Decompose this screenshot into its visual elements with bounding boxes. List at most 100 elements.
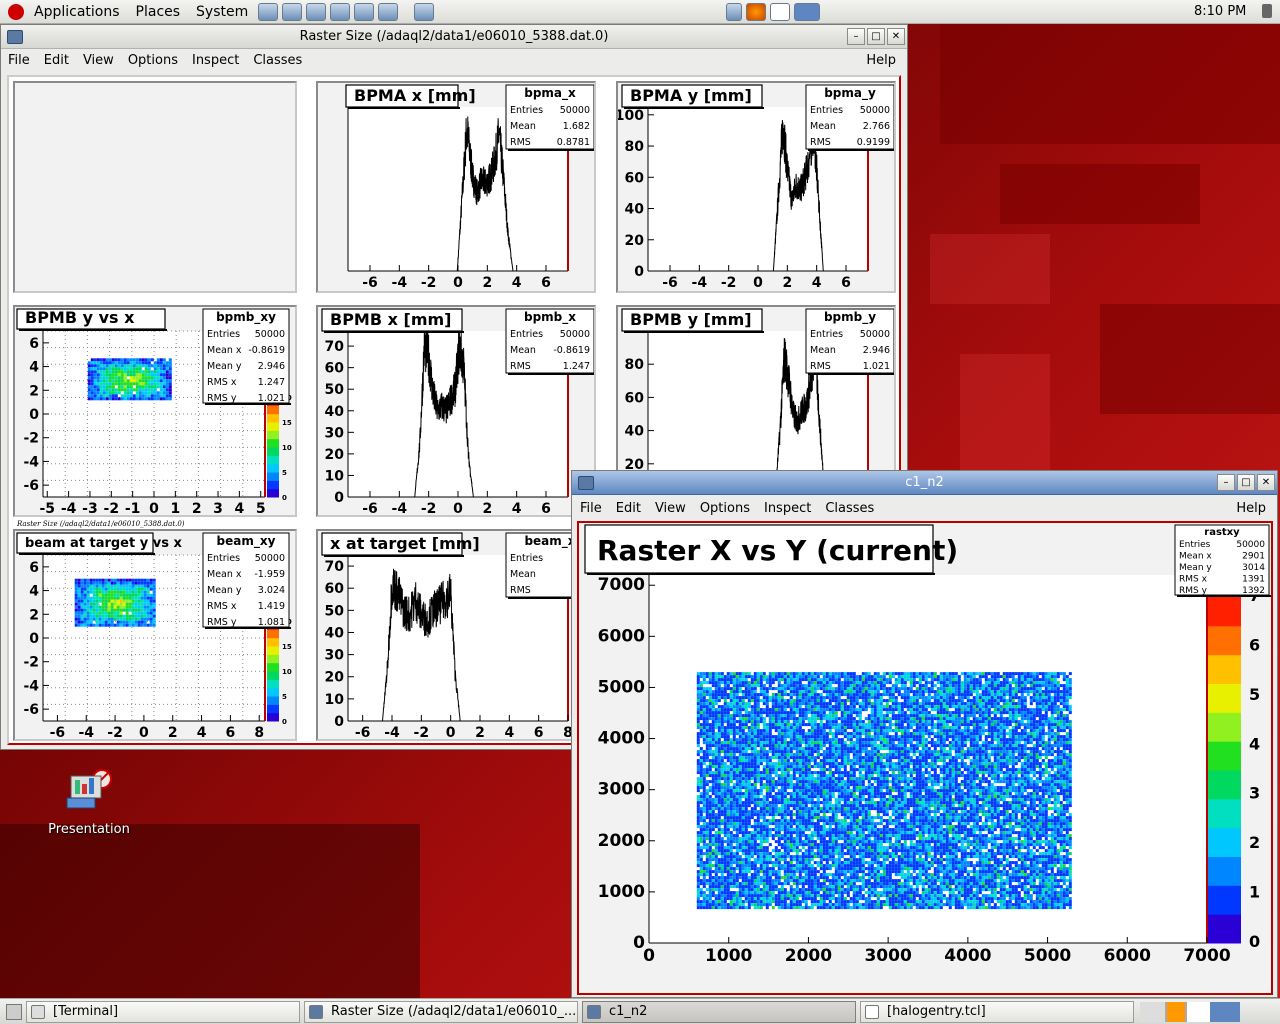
color-palette-bin [267,646,279,651]
pad-bpma-x[interactable]: -6 -4 -2 0 2 4 6 BPMA x [mm] bpma_x Entries 50000 M… [316,81,596,293]
heatmap-cell [753,738,757,742]
menu-classes[interactable]: Classes [818,501,881,516]
heatmap-cell [129,391,133,395]
menu-help[interactable]: Help [1229,501,1273,516]
heatmap-cell [924,741,928,745]
minimize-button[interactable]: – [1217,474,1235,491]
heatmap-cell [708,750,712,754]
heatmap-cell [975,759,979,763]
maximize-button[interactable]: □ [867,28,885,45]
heatmap-cell [861,690,865,694]
heatmap-cell [1065,765,1069,769]
files-launcher-icon[interactable] [330,2,351,21]
heatmap-cell [747,684,751,688]
places-menu[interactable]: Places [128,0,189,24]
heatmap-cell [846,681,850,685]
pad-bpmb-xy[interactable]: 20151050-5-4-3-2-10123456420-2-4-6BPMB y… [13,305,297,517]
heatmap-cell [168,370,172,374]
show-desktop-icon[interactable] [726,2,743,21]
hat-launcher-icon[interactable] [378,2,399,21]
system-menu[interactable]: System [188,0,256,24]
network-launcher-icon[interactable] [282,2,303,21]
menu-options[interactable]: Options [121,53,185,68]
pad-beam-x[interactable]: -6 -4 -2 0 2 4 6 8 0 10 20 30 40 50 60 70 x at target [m… [316,529,596,741]
heatmap-cell [126,358,130,362]
heatmap-cell [924,675,928,679]
heatmap-cell [837,768,841,772]
heatmap-cell [759,753,763,757]
heatmap-cell [1044,723,1048,727]
close-button[interactable]: ✕ [887,28,905,45]
heatmap-cell [714,714,718,718]
workspace-switcher-icon[interactable] [794,2,821,21]
titlebar[interactable]: c1_n2 – □ ✕ [572,471,1277,495]
heatmap-cell [858,702,862,706]
pad-bpmb-x[interactable]: -6 -4 -2 0 2 4 6 0 10 20 30 40 50 60 70 BPMB x [mm] bpmb… [316,305,596,517]
heatmap-cell [1026,747,1030,751]
stats-value: 1.247 [563,361,590,372]
heatmap-cell [789,702,793,706]
maximize-button[interactable]: □ [1237,474,1255,491]
pad-beam-xy[interactable]: 20151050-6-4-2024686420-2-4-6beam at tar… [13,529,297,741]
titlebar[interactable]: Raster Size (/adaql2/data1/e06010_5388.d… [1,25,907,49]
fedora-logo-icon[interactable] [8,3,24,20]
terminal-launcher-icon[interactable] [258,2,279,21]
menu-edit[interactable]: Edit [609,501,648,516]
heatmap-cell [876,750,880,754]
heatmap-cell [822,708,826,712]
heatmap-cell [1020,675,1024,679]
heatmap-cell [834,723,838,727]
editor-launcher-icon[interactable] [306,2,327,21]
menu-help[interactable]: Help [859,53,903,68]
volume-icon[interactable] [1262,4,1272,18]
menu-file[interactable]: File [1,53,37,68]
heatmap-cell [116,617,120,621]
heatmap-cell [153,382,157,386]
menu-inspect[interactable]: Inspect [757,501,818,516]
heatmap-cell [119,578,123,582]
minimize-button[interactable]: – [847,28,865,45]
heatmap-cell [783,702,787,706]
menu-classes[interactable]: Classes [246,53,309,68]
menu-view[interactable]: View [76,53,121,68]
heatmap-cell [1023,699,1027,703]
heatmap-cell [867,690,871,694]
heatmap-cell [714,726,718,730]
menu-options[interactable]: Options [693,501,757,516]
heatmap-cell [128,596,132,600]
notes-launcher-icon[interactable] [414,2,435,21]
heatmap-cell [897,702,901,706]
heatmap-cell [909,705,913,709]
evolution-icon[interactable] [770,2,791,21]
heatmap-cell [101,599,105,603]
screen-launcher-icon[interactable] [354,2,375,21]
heatmap-cell [879,693,883,697]
menu-inspect[interactable]: Inspect [185,53,246,68]
heatmap-cell [978,702,982,706]
heatmap-cell [1065,732,1069,736]
clock[interactable]: 8:10 PM [1194,4,1246,19]
heatmap-cell [969,759,973,763]
heatmap-cell [1020,708,1024,712]
heatmap-cell [957,726,961,730]
heatmap-cell [918,729,922,733]
x-tick-label: 5 [256,501,266,515]
pad-bpma-y[interactable]: -6-4-20246020406080100BPMA y [mm]bpma_yE… [616,81,896,293]
heatmap-cell [783,681,787,685]
menu-file[interactable]: File [572,501,609,516]
heatmap-cell [102,379,106,383]
root-canvas[interactable]: 7654321001000200030004000500060007000010… [577,521,1273,995]
heatmap-cell [1026,714,1030,718]
heatmap-cell [120,382,124,386]
heatmap-cell [936,726,940,730]
presentation-desktop-icon[interactable]: Presentation [44,768,134,837]
close-button[interactable]: ✕ [1257,474,1275,491]
empty-pad[interactable] [13,81,297,293]
menu-view[interactable]: View [648,501,693,516]
heatmap-cell [134,617,138,621]
menu-edit[interactable]: Edit [37,53,76,68]
applications-menu[interactable]: Applications [26,0,128,24]
heatmap-cell [807,705,811,709]
heatmap-cell [1023,756,1027,760]
firefox-icon[interactable] [746,2,767,21]
